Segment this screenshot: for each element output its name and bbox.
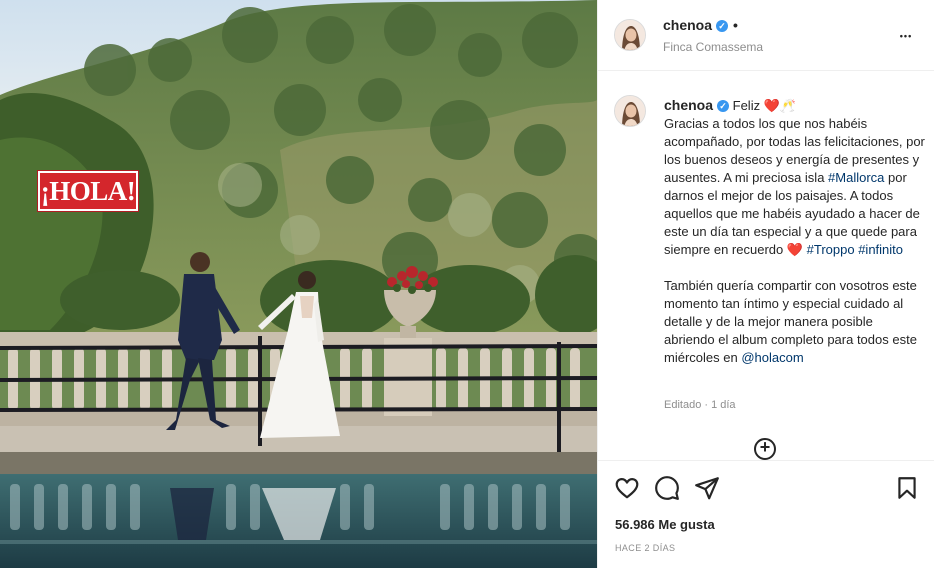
edited-timestamp: Editado · 1 día <box>664 399 736 411</box>
username-text[interactable]: chenoa <box>663 17 712 33</box>
profile-photo-icon <box>615 20 645 50</box>
post-caption: chenoa ✓ Feliz ❤️🥂 Gracias a todos los qu… <box>664 96 926 367</box>
hashtag-infinito[interactable]: #infinito <box>858 242 903 257</box>
post-time-ago: HACE 2 DÍAS <box>615 543 676 553</box>
heart-icon[interactable] <box>614 475 640 501</box>
caption-opening: Feliz ❤️🥂 <box>732 98 797 113</box>
comments-area: chenoa ✓ Feliz ❤️🥂 Gracias a todos los qu… <box>598 72 934 460</box>
hola-magazine-logo: ¡HOLA! <box>37 170 139 212</box>
share-icon[interactable] <box>694 475 720 501</box>
verified-badge-icon: ✓ <box>716 20 729 32</box>
verified-badge-icon: ✓ <box>717 100 730 112</box>
more-options-button[interactable]: ••• <box>894 26 918 46</box>
comment-icon[interactable] <box>654 475 680 501</box>
caption-paragraph-2: También quería compartir con vosotros es… <box>664 277 926 367</box>
wedding-photo-illustration <box>0 0 597 568</box>
post-side-panel: chenoa ✓ • Finca Comassema ••• chenoa ✓ Fel… <box>597 0 934 568</box>
caption-paragraph-1: chenoa ✓ Feliz ❤️🥂 Gracias a todos los qu… <box>664 96 926 259</box>
caption-avatar[interactable] <box>614 95 646 127</box>
avatar[interactable] <box>614 19 646 51</box>
post-location[interactable]: Finca Comassema <box>663 40 763 54</box>
save-icon[interactable] <box>894 475 920 501</box>
post-username[interactable]: chenoa ✓ • <box>663 17 738 33</box>
separator-dot: • <box>733 17 738 33</box>
add-comment-icon[interactable]: + <box>754 438 776 460</box>
hashtag-mallorca[interactable]: #Mallorca <box>828 170 884 185</box>
hashtag-troppo[interactable]: #Troppo <box>807 242 855 257</box>
mention-holacom[interactable]: @holacom <box>741 350 803 365</box>
post-header: chenoa ✓ • Finca Comassema ••• <box>598 0 934 71</box>
profile-photo-icon <box>615 96 645 126</box>
post-actions: 56.986 Me gusta HACE 2 DÍAS <box>598 460 934 568</box>
likes-count[interactable]: 56.986 Me gusta <box>615 517 715 532</box>
post-photo[interactable]: ¡HOLA! <box>0 0 597 568</box>
more-options-icon: ••• <box>899 31 913 41</box>
caption-username[interactable]: chenoa <box>664 97 713 113</box>
